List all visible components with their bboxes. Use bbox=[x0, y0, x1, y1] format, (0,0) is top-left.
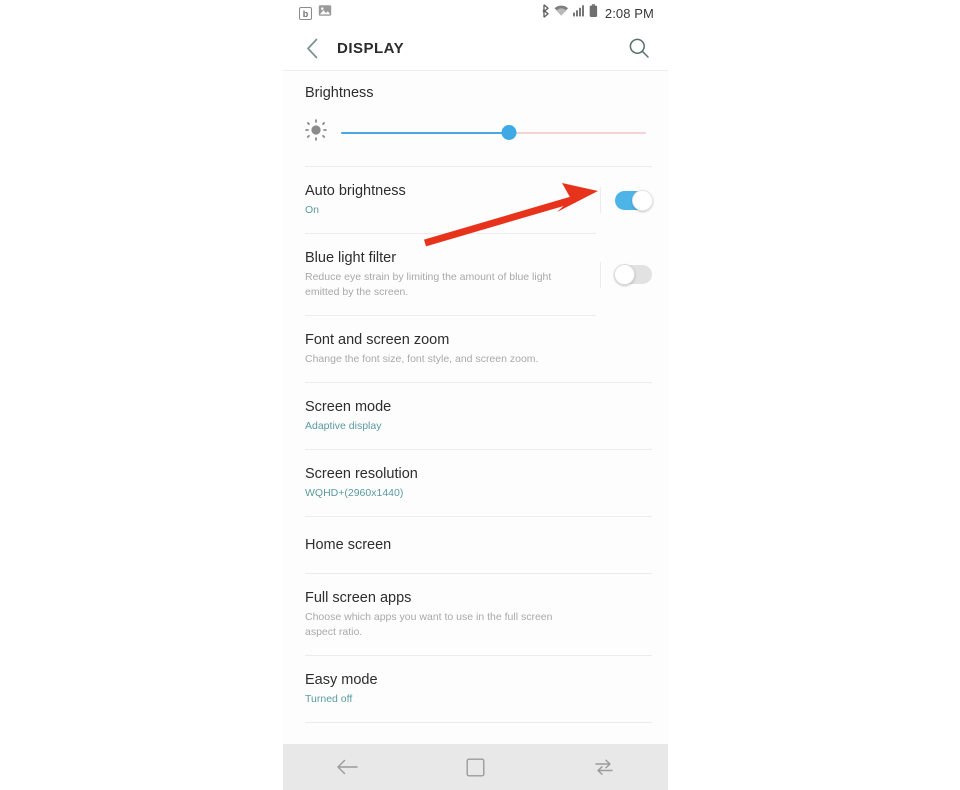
settings-row-full-screen-apps[interactable]: Full screen apps Choose which apps you wa… bbox=[283, 574, 668, 655]
status-bar-left-icons: b bbox=[299, 4, 332, 22]
settings-row-text: Auto brightness On bbox=[305, 182, 596, 218]
slider-thumb[interactable] bbox=[501, 125, 517, 140]
row-divider bbox=[305, 722, 652, 724]
navigation-bar bbox=[283, 744, 668, 790]
settings-row-text: Screen resolution WQHD+(2960x1440) bbox=[305, 465, 652, 501]
settings-row-title: Screen mode bbox=[305, 399, 392, 415]
phone-screenshot: b 2:08 PM DISPLAY Brightness Auto bright… bbox=[283, 0, 668, 790]
brightness-slider-row bbox=[305, 119, 646, 156]
brightness-slider[interactable] bbox=[341, 124, 646, 142]
settings-row-home-screen[interactable]: Home screen bbox=[283, 517, 668, 573]
bluetooth-icon bbox=[541, 3, 550, 23]
settings-row-title: Home screen bbox=[305, 537, 392, 554]
settings-row-subtitle: Turned off bbox=[305, 693, 353, 706]
status-bar: b 2:08 PM bbox=[283, 0, 668, 26]
app-bar: DISPLAY bbox=[283, 26, 668, 70]
auto-brightness-toggle[interactable] bbox=[615, 189, 653, 211]
settings-row-title: Auto brightness bbox=[305, 183, 406, 199]
badge-b-icon: b bbox=[299, 6, 312, 20]
nav-recents-icon[interactable] bbox=[581, 744, 627, 790]
brightness-section: Brightness bbox=[283, 71, 668, 166]
settings-row-subtitle: Choose which apps you want to use in the… bbox=[305, 611, 553, 639]
toggle-separator bbox=[600, 261, 601, 288]
settings-row-text: Screen mode Adaptive display bbox=[305, 398, 652, 434]
signal-icon bbox=[572, 4, 585, 22]
settings-row-title: Full screen apps bbox=[305, 590, 412, 607]
settings-row-text: Font and screen zoom Change the font size… bbox=[305, 331, 652, 367]
settings-row-auto-brightness[interactable]: Auto brightness On bbox=[283, 167, 668, 233]
nav-back-icon[interactable] bbox=[324, 744, 370, 790]
image-icon bbox=[318, 4, 332, 22]
settings-row-text: Full screen apps Choose which apps you wa… bbox=[305, 589, 652, 640]
settings-row-title: Blue light filter bbox=[305, 250, 397, 267]
settings-row-subtitle: WQHD+(2960x1440) bbox=[305, 487, 404, 500]
settings-row-subtitle: Change the font size, font style, and sc… bbox=[305, 353, 539, 366]
brightness-sun-icon bbox=[305, 119, 327, 146]
search-icon[interactable] bbox=[626, 35, 652, 61]
settings-row-title: Easy mode bbox=[305, 672, 378, 689]
settings-row-blue-light-filter[interactable]: Blue light filter Reduce eye strain by li… bbox=[283, 234, 668, 315]
settings-row-title: Screen resolution bbox=[305, 466, 418, 483]
settings-row-subtitle: Adaptive display bbox=[305, 420, 382, 433]
back-chevron-icon[interactable] bbox=[301, 37, 323, 59]
settings-row-text: Blue light filter Reduce eye strain by li… bbox=[305, 249, 596, 300]
settings-row-subtitle: Reduce eye strain by limiting the amount… bbox=[305, 271, 552, 299]
toggle-knob bbox=[632, 189, 653, 211]
settings-list: Auto brightness On Blue light filter Reduce… bbox=[283, 167, 668, 728]
settings-row-text: Home screen bbox=[305, 536, 652, 554]
settings-row-easy-mode[interactable]: Easy mode Turned off bbox=[283, 656, 668, 722]
status-bar-clock: 2:08 PM bbox=[604, 5, 654, 21]
brightness-label: Brightness bbox=[305, 85, 374, 101]
slider-fill bbox=[341, 131, 509, 134]
settings-row-text: Easy mode Turned off bbox=[305, 671, 652, 707]
status-bar-right-icons: 2:08 PM bbox=[541, 3, 654, 23]
battery-icon bbox=[589, 3, 598, 23]
nav-home-icon[interactable] bbox=[452, 744, 498, 790]
toggle-separator bbox=[600, 187, 601, 214]
settings-row-subtitle: On bbox=[305, 204, 320, 217]
page-title: DISPLAY bbox=[337, 39, 405, 57]
wifi-icon bbox=[554, 4, 569, 22]
settings-row-screen-mode[interactable]: Screen mode Adaptive display bbox=[283, 383, 668, 449]
settings-row-screen-resolution[interactable]: Screen resolution WQHD+(2960x1440) bbox=[283, 450, 668, 516]
blue-light-filter-toggle[interactable] bbox=[614, 264, 652, 285]
toggle-knob bbox=[614, 264, 635, 285]
settings-row-title: Font and screen zoom bbox=[305, 331, 450, 348]
settings-row-font-and-screen-zoom[interactable]: Font and screen zoom Change the font size… bbox=[283, 316, 668, 382]
